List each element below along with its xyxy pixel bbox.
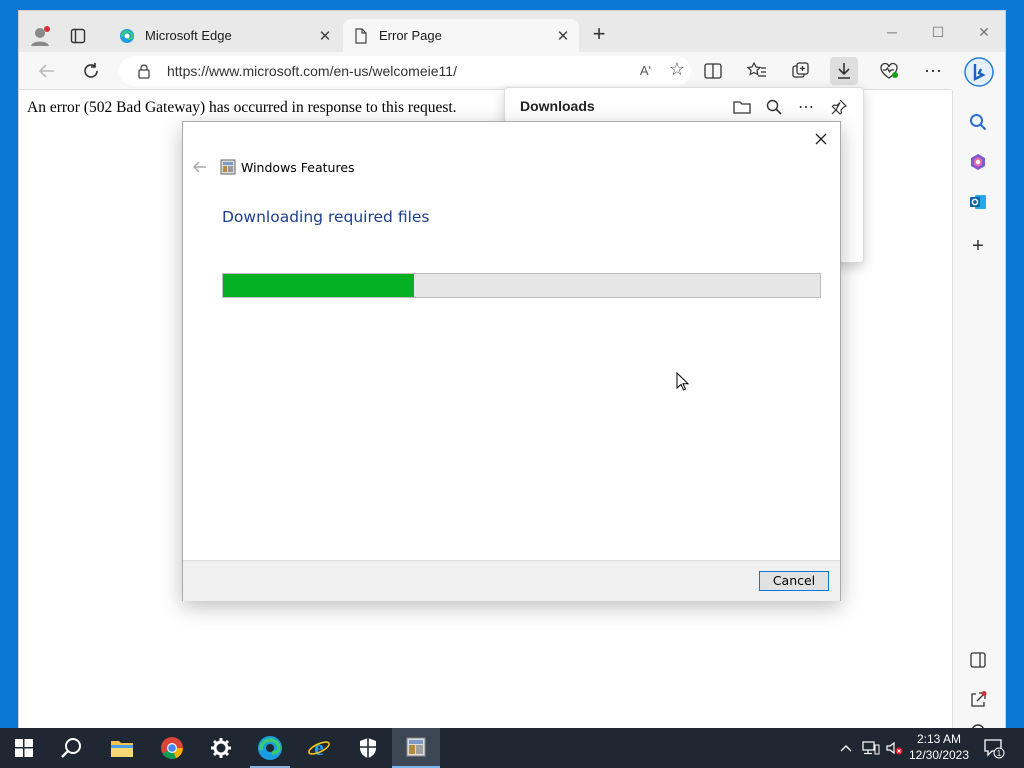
svg-text:e: e bbox=[314, 736, 324, 760]
tab-actions-icon[interactable] bbox=[67, 25, 89, 47]
tab-label: Error Page bbox=[379, 28, 442, 43]
search-downloads-icon[interactable] bbox=[763, 96, 785, 118]
close-window-icon[interactable]: ✕ bbox=[969, 21, 999, 43]
pin-icon[interactable] bbox=[828, 96, 850, 118]
favorites-icon[interactable] bbox=[743, 57, 771, 85]
show-hidden-icons-icon[interactable] bbox=[836, 728, 856, 768]
windows-features-dialog: Windows Features Downloading required fi… bbox=[182, 121, 841, 601]
search-icon[interactable] bbox=[964, 108, 992, 136]
dialog-footer: Cancel bbox=[183, 560, 840, 601]
start-button[interactable] bbox=[0, 728, 48, 768]
close-tab-icon[interactable]: ✕ bbox=[313, 27, 337, 45]
favorite-star-icon[interactable]: ☆ bbox=[669, 59, 685, 80]
split-screen-icon[interactable] bbox=[699, 57, 727, 85]
read-aloud-icon[interactable]: Aʹ bbox=[640, 63, 651, 78]
address-bar[interactable]: https://www.microsoft.com/en-us/welcomei… bbox=[119, 56, 691, 86]
downloads-button[interactable] bbox=[830, 57, 858, 85]
browser-toolbar: https://www.microsoft.com/en-us/welcomei… bbox=[19, 52, 1005, 90]
lock-icon[interactable] bbox=[137, 63, 157, 79]
new-tab-button[interactable]: + bbox=[587, 23, 611, 47]
refresh-icon[interactable] bbox=[77, 57, 105, 85]
windows-security-icon[interactable] bbox=[344, 728, 392, 768]
network-icon[interactable] bbox=[860, 728, 882, 768]
windows-features-taskbar-icon[interactable] bbox=[392, 728, 440, 768]
tab-label: Microsoft Edge bbox=[145, 28, 232, 43]
download-progress-bar bbox=[222, 273, 821, 298]
error-message: An error (502 Bad Gateway) has occurred … bbox=[27, 99, 457, 116]
hide-sidebar-icon[interactable] bbox=[964, 646, 992, 674]
tab-error-page[interactable]: Error Page ✕ bbox=[343, 19, 579, 52]
minimize-icon[interactable]: ─ bbox=[877, 21, 907, 43]
browser-essentials-icon[interactable] bbox=[875, 57, 903, 85]
clock-date: 12/30/2023 bbox=[908, 748, 970, 762]
add-sidebar-app-icon[interactable]: + bbox=[964, 232, 992, 260]
clock-time: 2:13 AM bbox=[916, 732, 962, 746]
close-tab-icon[interactable]: ✕ bbox=[551, 27, 575, 45]
page-icon bbox=[353, 27, 369, 44]
back-icon[interactable] bbox=[33, 57, 61, 85]
volume-muted-icon[interactable] bbox=[884, 728, 906, 768]
file-explorer-icon[interactable] bbox=[98, 728, 146, 768]
open-external-icon[interactable] bbox=[964, 686, 992, 714]
notifications-icon[interactable]: 1 bbox=[980, 728, 1008, 768]
maximize-icon[interactable]: ☐ bbox=[923, 21, 953, 43]
microsoft-365-icon[interactable] bbox=[964, 148, 992, 176]
search-icon[interactable] bbox=[48, 728, 96, 768]
cancel-button[interactable]: Cancel bbox=[759, 571, 829, 591]
downloads-title: Downloads bbox=[520, 98, 595, 114]
profile-icon[interactable] bbox=[27, 23, 53, 49]
more-options-icon[interactable]: ⋯ bbox=[919, 57, 947, 85]
mouse-cursor-icon bbox=[676, 371, 690, 392]
url-text[interactable]: https://www.microsoft.com/en-us/welcomei… bbox=[167, 63, 691, 79]
back-arrow-icon[interactable] bbox=[191, 158, 209, 176]
dialog-heading: Downloading required files bbox=[222, 208, 430, 226]
tab-microsoft-edge[interactable]: Microsoft Edge ✕ bbox=[109, 19, 341, 52]
copilot-icon[interactable] bbox=[963, 56, 995, 88]
notification-count: 1 bbox=[997, 749, 1002, 758]
more-options-icon[interactable]: ⋯ bbox=[795, 96, 817, 118]
settings-icon[interactable] bbox=[197, 728, 245, 768]
dialog-app-name: Windows Features bbox=[241, 160, 355, 175]
system-clock[interactable]: 2:13 AM 12/30/2023 bbox=[905, 731, 973, 763]
windows-features-icon bbox=[220, 159, 236, 175]
edge-taskbar-icon[interactable] bbox=[246, 728, 294, 768]
open-folder-icon[interactable] bbox=[731, 96, 753, 118]
outlook-icon[interactable] bbox=[964, 188, 992, 216]
internet-explorer-icon[interactable]: e bbox=[295, 728, 343, 768]
chrome-icon[interactable] bbox=[148, 728, 196, 768]
collections-icon[interactable] bbox=[787, 57, 815, 85]
content-divider bbox=[952, 91, 953, 729]
progress-fill bbox=[223, 274, 415, 297]
edge-logo-icon bbox=[119, 28, 135, 44]
close-dialog-icon[interactable] bbox=[810, 128, 832, 150]
edge-sidebar: + bbox=[951, 52, 1005, 730]
taskbar: e 2:13 AM 12/30/2023 1 bbox=[0, 728, 1024, 768]
tab-bar: Microsoft Edge ✕ Error Page ✕ + ─ ☐ ✕ bbox=[19, 11, 1005, 52]
